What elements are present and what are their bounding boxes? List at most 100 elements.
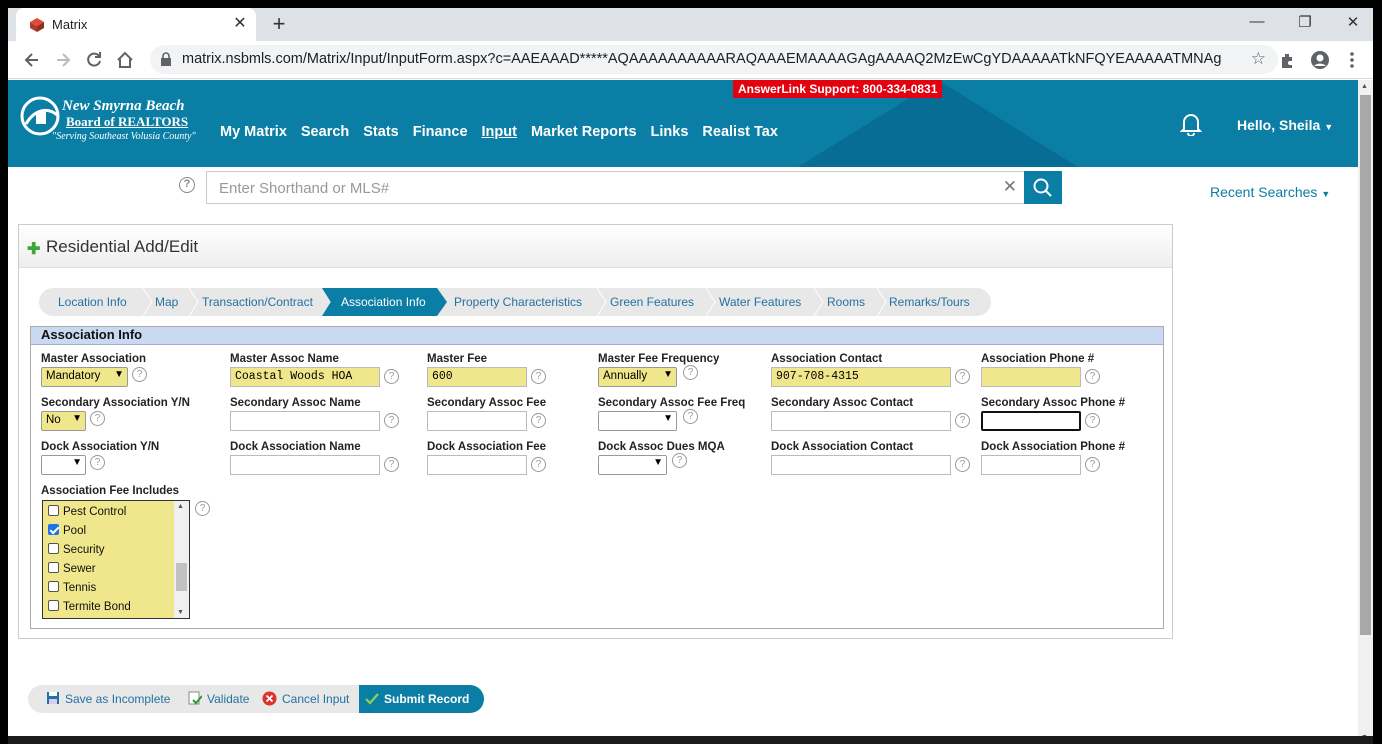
master-association-select[interactable]: Mandatory ▼ <box>41 367 128 387</box>
secondary-assoc-contact-input[interactable] <box>771 411 951 431</box>
help-icon[interactable]: ? <box>531 413 546 428</box>
list-item[interactable]: Security <box>48 541 105 560</box>
recent-searches-menu[interactable]: Recent Searches ▼ <box>1210 184 1330 200</box>
close-tab-icon[interactable]: ✕ <box>230 14 250 34</box>
list-item[interactable]: Pool <box>48 522 86 541</box>
forward-icon[interactable] <box>53 50 73 70</box>
listbox-scrollbar[interactable]: ▲ ▼ <box>174 501 189 618</box>
secondary-assoc-fee-input[interactable] <box>427 411 527 431</box>
answerlink-support-banner[interactable]: AnswerLink Support: 800-334-0831 <box>733 80 943 98</box>
step-green-features[interactable]: Green Features <box>610 288 694 316</box>
checkbox[interactable] <box>48 562 59 573</box>
listbox-scroll-thumb[interactable] <box>176 563 187 591</box>
master-fee-frequency-select[interactable]: Annually ▼ <box>598 367 677 387</box>
checkbox-checked[interactable] <box>48 524 59 535</box>
scroll-down-icon[interactable]: ▼ <box>177 609 184 616</box>
shorthand-search-input[interactable]: Enter Shorthand or MLS# ✕ <box>206 171 1026 204</box>
fee-includes-listbox[interactable]: Pest Control Pool Security Sewer Tennis … <box>42 500 190 619</box>
help-icon[interactable]: ? <box>384 457 399 472</box>
search-button[interactable] <box>1024 171 1062 204</box>
help-icon[interactable]: ? <box>683 365 698 380</box>
help-icon[interactable]: ? <box>132 367 147 382</box>
nav-input[interactable]: Input <box>482 124 517 140</box>
close-window-icon[interactable]: ✕ <box>1341 13 1365 31</box>
checkbox[interactable] <box>48 581 59 592</box>
cancel-input-button[interactable]: Cancel Input <box>262 691 349 706</box>
association-contact-input[interactable]: 907-708-4315 <box>771 367 951 387</box>
step-map[interactable]: Map <box>155 288 178 316</box>
step-rooms[interactable]: Rooms <box>827 288 865 316</box>
help-icon[interactable]: ? <box>384 369 399 384</box>
step-association-info[interactable]: Association Info <box>341 288 426 316</box>
scroll-up-icon[interactable]: ▲ <box>1361 83 1368 90</box>
help-icon[interactable]: ? <box>384 413 399 428</box>
step-transaction-contract[interactable]: Transaction/Contract <box>202 288 313 316</box>
user-menu[interactable]: Hello, Sheila ▼ <box>1237 117 1333 133</box>
checkbox[interactable] <box>48 505 59 516</box>
submit-record-button[interactable]: Submit Record <box>359 685 484 713</box>
nav-links[interactable]: Links <box>651 124 689 140</box>
bookmark-star-icon[interactable]: ☆ <box>1251 49 1266 69</box>
nav-my-matrix[interactable]: My Matrix <box>220 124 287 140</box>
nav-stats[interactable]: Stats <box>363 124 398 140</box>
list-item[interactable]: Tennis <box>48 579 96 598</box>
help-icon[interactable]: ? <box>672 453 687 468</box>
secondary-assoc-phone-input[interactable] <box>981 411 1081 431</box>
address-bar[interactable]: matrix.nsbmls.com/Matrix/Input/InputForm… <box>150 45 1278 74</box>
help-icon[interactable]: ? <box>531 457 546 472</box>
dock-association-fee-input[interactable] <box>427 455 527 475</box>
profile-icon[interactable] <box>1310 50 1330 70</box>
clear-icon[interactable]: ✕ <box>1003 177 1017 197</box>
page-scrollbar[interactable]: ▲ ▼ <box>1358 80 1373 744</box>
step-water-features[interactable]: Water Features <box>719 288 801 316</box>
nav-finance[interactable]: Finance <box>413 124 468 140</box>
nav-market-reports[interactable]: Market Reports <box>531 124 637 140</box>
list-item[interactable]: Sewer <box>48 560 96 579</box>
list-item[interactable]: Termite Bond <box>48 598 131 617</box>
list-item[interactable]: Pest Control <box>48 503 126 522</box>
dock-association-name-input[interactable] <box>230 455 380 475</box>
help-icon[interactable]: ? <box>955 369 970 384</box>
save-incomplete-button[interactable]: Save as Incomplete <box>46 691 170 706</box>
master-assoc-name-input[interactable]: Coastal Woods HOA <box>230 367 380 387</box>
help-icon[interactable]: ? <box>683 409 698 424</box>
help-icon[interactable]: ? <box>1085 413 1100 428</box>
help-icon[interactable]: ? <box>90 411 105 426</box>
help-icon[interactable]: ? <box>90 455 105 470</box>
association-phone-input[interactable] <box>981 367 1081 387</box>
restore-icon[interactable]: ❐ <box>1293 13 1317 31</box>
help-icon[interactable]: ? <box>1085 369 1100 384</box>
step-remarks-tours[interactable]: Remarks/Tours <box>889 288 970 316</box>
logo[interactable]: New Smyrna Beach Board of REALTORS "Serv… <box>20 94 200 154</box>
dock-association-yn-select[interactable]: ▼ <box>41 455 86 475</box>
minimize-icon[interactable]: — <box>1245 13 1269 30</box>
secondary-assoc-fee-freq-select[interactable]: ▼ <box>598 411 677 431</box>
nav-realist-tax[interactable]: Realist Tax <box>702 124 778 140</box>
browser-tab[interactable]: Matrix ✕ <box>16 8 256 41</box>
step-location-info[interactable]: Location Info <box>58 288 127 316</box>
bell-icon[interactable] <box>1180 112 1202 136</box>
help-icon[interactable]: ? <box>1085 457 1100 472</box>
scroll-up-icon[interactable]: ▲ <box>177 503 184 510</box>
step-property-characteristics[interactable]: Property Characteristics <box>454 288 582 316</box>
back-icon[interactable] <box>22 50 42 70</box>
checkbox[interactable] <box>48 600 59 611</box>
page-scroll-thumb[interactable] <box>1360 95 1371 635</box>
dock-association-phone-input[interactable] <box>981 455 1081 475</box>
secondary-association-yn-select[interactable]: No ▼ <box>41 411 86 431</box>
help-icon[interactable]: ? <box>195 501 210 516</box>
reload-icon[interactable] <box>84 50 104 70</box>
validate-button[interactable]: Validate <box>188 691 249 706</box>
extensions-icon[interactable] <box>1278 50 1298 70</box>
new-tab-icon[interactable]: + <box>266 11 292 37</box>
master-fee-input[interactable]: 600 <box>427 367 527 387</box>
nav-search[interactable]: Search <box>301 124 349 140</box>
menu-dots-icon[interactable] <box>1342 50 1362 70</box>
help-icon[interactable]: ? <box>531 369 546 384</box>
dock-association-contact-input[interactable] <box>771 455 951 475</box>
help-icon[interactable]: ? <box>179 177 195 193</box>
help-icon[interactable]: ? <box>955 457 970 472</box>
dock-assoc-dues-mqa-select[interactable]: ▼ <box>598 455 667 475</box>
help-icon[interactable]: ? <box>955 413 970 428</box>
checkbox[interactable] <box>48 543 59 554</box>
